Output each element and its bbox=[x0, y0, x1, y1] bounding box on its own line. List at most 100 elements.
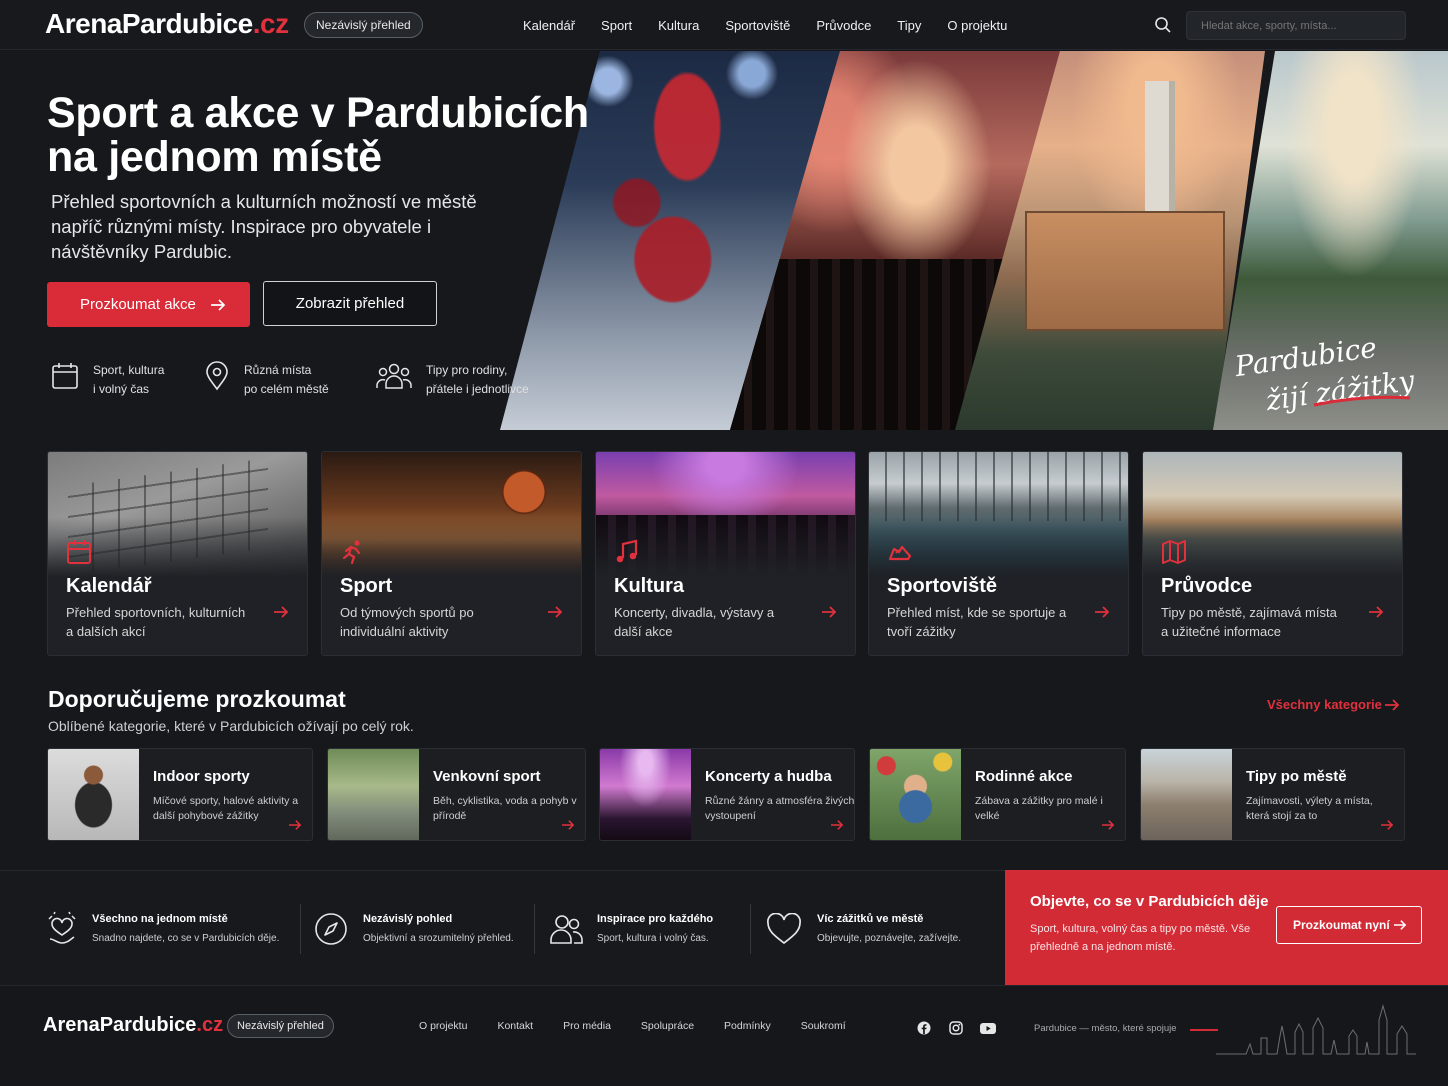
hero-feature-places: Různá místa po celém městě bbox=[204, 361, 354, 399]
value-independent: Nezávislý pohled Objektivní a srozumiteln… bbox=[314, 871, 514, 986]
category-title: Kultura bbox=[614, 575, 684, 597]
feature-line: Různá místa bbox=[244, 363, 312, 377]
arrow-right-icon bbox=[831, 820, 844, 830]
calendar-icon bbox=[67, 540, 91, 564]
people-icon bbox=[376, 363, 412, 389]
category-card-sport[interactable]: Sport Od týmových sportů po individuální… bbox=[321, 451, 582, 656]
search-input[interactable] bbox=[1186, 11, 1406, 40]
hero-section: Sport a akce v Pardubicích na jednom míst… bbox=[0, 51, 1448, 430]
divider bbox=[534, 904, 535, 954]
slogan-underline bbox=[1313, 395, 1411, 407]
arrow-right-icon bbox=[1102, 820, 1115, 830]
explore-events-button[interactable]: Prozkoumat akce bbox=[47, 282, 250, 327]
value-inspiration: Inspirace pro každého Sport, kultura i vo… bbox=[549, 871, 713, 986]
menu-item-tipy[interactable]: Tipy bbox=[897, 18, 921, 33]
feature-line: Sport, kultura bbox=[93, 363, 165, 377]
hand-heart-icon bbox=[48, 911, 76, 944]
recommended-subheading: Oblíbené kategorie, které v Pardubicích … bbox=[48, 718, 414, 734]
footer-link-o-projektu[interactable]: O projektu bbox=[419, 1020, 467, 1032]
search-icon[interactable] bbox=[1154, 16, 1172, 34]
category-desc: Tipy po městě, zajímavá místa a užitečné… bbox=[1161, 605, 1337, 639]
category-title: Průvodce bbox=[1161, 575, 1253, 597]
calendar-icon bbox=[52, 363, 78, 389]
footer-logo[interactable]: ArenaPardubice.cz bbox=[43, 1014, 223, 1037]
footer-link-spoluprace[interactable]: Spolupráce bbox=[641, 1020, 694, 1032]
tile-thumbnail bbox=[870, 749, 961, 840]
hero-feature-categories: Sport, kultura i volný čas bbox=[51, 361, 203, 399]
hero-feature-audience: Tipy pro rodiny, přátele i jednotlivce bbox=[376, 361, 556, 399]
category-title: Kalendář bbox=[66, 575, 152, 597]
arrow-right-icon bbox=[1095, 606, 1110, 618]
category-desc: Přehled sportovních, kulturních a dalšíc… bbox=[66, 605, 246, 639]
category-card-pruvodce[interactable]: Průvodce Tipy po městě, zajímavá místa a… bbox=[1142, 451, 1403, 656]
value-title: Inspirace pro každého bbox=[597, 913, 714, 925]
explore-now-button[interactable]: Prozkoumat nyní bbox=[1276, 906, 1422, 944]
menu-item-kultura[interactable]: Kultura bbox=[658, 18, 699, 33]
top-nav: ArenaPardubice.cz Nezávislý přehled Kale… bbox=[0, 0, 1448, 50]
main-menu: Kalendář Sport Kultura Sportoviště Průvo… bbox=[510, 0, 1020, 50]
footer-link-pro-media[interactable]: Pro média bbox=[563, 1020, 611, 1032]
runner-icon bbox=[342, 540, 361, 565]
map-pin-icon bbox=[206, 361, 228, 391]
footer-tagline: Pardubice — město, které spojuje bbox=[1034, 1023, 1177, 1034]
independent-badge: Nezávislý přehled bbox=[304, 12, 423, 38]
category-card-kalendar[interactable]: Kalendář Přehled sportovních, kulturních… bbox=[47, 451, 308, 656]
category-title: Sport bbox=[340, 575, 393, 597]
instagram-icon[interactable] bbox=[949, 1021, 963, 1035]
menu-item-kalendar[interactable]: Kalendář bbox=[523, 18, 575, 33]
recommended-heading: Doporučujeme prozkoumat bbox=[48, 686, 346, 712]
youtube-icon[interactable] bbox=[980, 1021, 996, 1035]
tile-title: Indoor sporty bbox=[153, 768, 250, 785]
category-desc: Od týmových sportů po individuální aktiv… bbox=[340, 605, 474, 639]
music-note-icon bbox=[616, 539, 638, 563]
facebook-icon[interactable] bbox=[917, 1021, 931, 1035]
menu-item-pruvodce[interactable]: Průvodce bbox=[816, 18, 871, 33]
city-skyline-illustration bbox=[1216, 1004, 1416, 1055]
heart-icon bbox=[767, 912, 801, 944]
footer-links: O projektu Kontakt Pro média Spolupráce … bbox=[404, 1020, 861, 1032]
tile-thumbnail bbox=[48, 749, 139, 840]
footer-link-podminky[interactable]: Podmínky bbox=[724, 1020, 771, 1032]
value-title: Nezávislý pohled bbox=[363, 913, 453, 925]
site-logo[interactable]: ArenaPardubice.cz bbox=[45, 8, 289, 40]
tile-koncerty-hudba[interactable]: Koncerty a hudba Různé žánry a atmosféra… bbox=[599, 748, 855, 841]
footer-link-soukromi[interactable]: Soukromí bbox=[801, 1020, 846, 1032]
menu-item-sport[interactable]: Sport bbox=[601, 18, 632, 33]
tile-tipy-po-meste[interactable]: Tipy po městě Zajímavosti, výlety a míst… bbox=[1140, 748, 1405, 841]
value-title: Víc zážitků ve městě bbox=[817, 913, 924, 925]
footer-badge: Nezávislý přehled bbox=[227, 1014, 334, 1038]
hero-title: Sport a akce v Pardubicích na jednom míst… bbox=[47, 89, 589, 181]
tile-indoor-sporty[interactable]: Indoor sporty Míčové sporty, halové akti… bbox=[47, 748, 313, 841]
show-overview-button[interactable]: Zobrazit přehled bbox=[263, 281, 437, 326]
value-desc: Objektivní a srozumitelný přehled. bbox=[363, 933, 514, 944]
category-card-kultura[interactable]: Kultura Koncerty, divadla, výstavy a dal… bbox=[595, 451, 856, 656]
tile-title: Venkovní sport bbox=[433, 768, 541, 785]
divider bbox=[750, 904, 751, 954]
category-card-sportoviste[interactable]: Sportoviště Přehled míst, kde se sportuj… bbox=[868, 451, 1129, 656]
category-cards: Kalendář Přehled sportovních, kulturních… bbox=[47, 451, 1403, 656]
menu-item-o-projektu[interactable]: O projektu bbox=[947, 18, 1007, 33]
arrow-right-icon bbox=[289, 820, 302, 830]
page: ArenaPardubice.cz Nezávislý přehled Kale… bbox=[0, 0, 1448, 1086]
value-desc: Sport, kultura i volný čas. bbox=[597, 933, 709, 944]
feature-line: i volný čas bbox=[93, 382, 150, 396]
arrow-right-icon bbox=[274, 606, 289, 618]
tile-venkovni-sport[interactable]: Venkovní sport Běh, cyklistika, voda a p… bbox=[327, 748, 586, 841]
footer-link-kontakt[interactable]: Kontakt bbox=[497, 1020, 533, 1032]
tile-desc: Zajímavosti, výlety a místa, která stojí… bbox=[1246, 795, 1373, 822]
hero-lead: Přehled sportovních a kulturních možnost… bbox=[51, 191, 477, 262]
arrow-right-icon[interactable] bbox=[1384, 698, 1400, 712]
tile-rodinne-akce[interactable]: Rodinné akce Zábava a zážitky pro malé i… bbox=[869, 748, 1126, 841]
tile-title: Koncerty a hudba bbox=[705, 768, 832, 785]
arrow-right-icon bbox=[1394, 920, 1407, 930]
users-icon bbox=[550, 914, 583, 944]
category-desc: Koncerty, divadla, výstavy a další akce bbox=[614, 605, 775, 639]
cta-heading: Objevte, co se v Pardubicích děje bbox=[1030, 893, 1269, 910]
menu-item-sportoviste[interactable]: Sportoviště bbox=[725, 18, 790, 33]
value-desc: Objevujte, poznávejte, zažívejte. bbox=[817, 933, 961, 944]
feature-line: Tipy pro rodiny, bbox=[426, 363, 508, 377]
feature-line: přátele i jednotlivce bbox=[426, 382, 529, 396]
value-all-in-one: Všechno na jednom místě Snadno najdete, c… bbox=[46, 871, 279, 986]
tile-thumbnail bbox=[1141, 749, 1232, 840]
all-categories-link[interactable]: Všechny kategorie bbox=[1267, 697, 1382, 712]
